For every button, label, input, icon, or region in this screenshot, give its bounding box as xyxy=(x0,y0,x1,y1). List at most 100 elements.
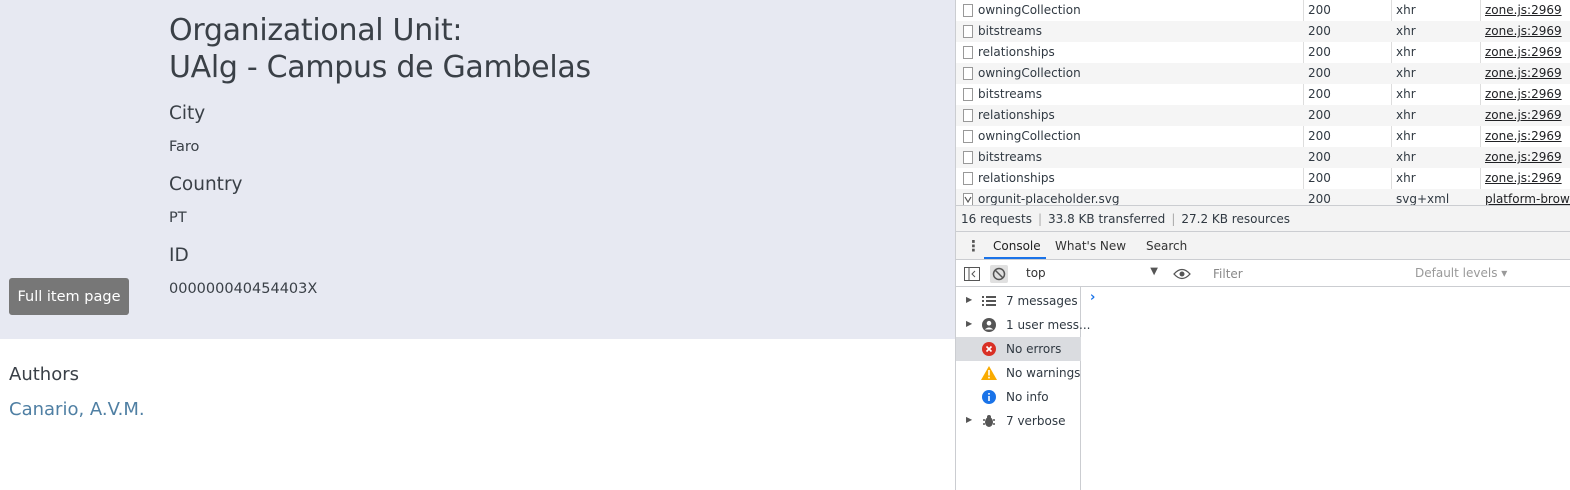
request-initiator[interactable]: platform-browse xyxy=(1485,192,1570,206)
checkbox-icon xyxy=(963,151,973,164)
checkbox-icon xyxy=(963,67,973,80)
request-name: owningCollection xyxy=(978,129,1081,143)
console-prompt-icon[interactable]: › xyxy=(1090,290,1095,305)
request-name: relationships xyxy=(978,45,1055,59)
request-status: 200 xyxy=(1308,192,1331,206)
request-status: 200 xyxy=(1308,24,1331,38)
request-type: xhr xyxy=(1396,24,1416,38)
network-row[interactable]: owningCollection 200 xhr zone.js:2969 xyxy=(956,63,1570,84)
author-link[interactable]: Canario, A.V.M. xyxy=(9,399,145,420)
request-name: bitstreams xyxy=(978,24,1042,38)
expand-arrow-icon[interactable]: ▶ xyxy=(966,415,972,424)
checkbox-icon xyxy=(963,25,973,38)
kebab-menu-icon[interactable]: ⋮ xyxy=(966,237,981,255)
request-name: orgunit-placeholder.svg xyxy=(978,192,1120,206)
warning-icon xyxy=(981,365,997,381)
page-title-line1: Organizational Unit: xyxy=(169,13,463,48)
request-initiator[interactable]: zone.js:2969 xyxy=(1485,3,1562,17)
network-row[interactable]: owningCollection 200 xhr zone.js:2969 xyxy=(956,126,1570,147)
request-type: xhr xyxy=(1396,150,1416,164)
authors-heading: Authors xyxy=(9,364,79,385)
resources-size: 27.2 KB resources xyxy=(1181,211,1290,226)
tab-whats-new[interactable]: What's New xyxy=(1055,239,1126,253)
network-row[interactable]: bitstreams 200 xhr zone.js:2969 xyxy=(956,21,1570,42)
request-initiator[interactable]: zone.js:2969 xyxy=(1485,45,1562,59)
chevron-down-icon: ▼ xyxy=(1150,266,1158,277)
request-type: xhr xyxy=(1396,108,1416,122)
request-name: bitstreams xyxy=(978,87,1042,101)
checkbox-icon xyxy=(963,130,973,143)
city-value: Faro xyxy=(169,139,200,155)
log-levels-dropdown[interactable]: Default levels ▾ xyxy=(1415,266,1507,280)
console-sidebar-item[interactable]: ▶ 7 messages xyxy=(956,289,1081,313)
request-initiator[interactable]: zone.js:2969 xyxy=(1485,150,1562,164)
console-sidebar: ▶ 7 messages ▶ 1 user mess... No errors No wa… xyxy=(956,287,1090,490)
request-status: 200 xyxy=(1308,87,1331,101)
tab-console[interactable]: Console xyxy=(993,239,1041,253)
error-icon xyxy=(981,341,997,357)
request-type: svg+xml xyxy=(1396,192,1450,206)
network-row[interactable]: relationships 200 xhr zone.js:2969 xyxy=(956,168,1570,189)
console-sidebar-item[interactable]: ▶ 1 user mess... xyxy=(956,313,1090,337)
console-sidebar-label: 7 messages xyxy=(1006,294,1078,308)
live-expression-eye-icon[interactable] xyxy=(1173,265,1191,283)
request-type: xhr xyxy=(1396,129,1416,143)
console-sidebar-label: No warnings xyxy=(1006,366,1081,380)
request-name: bitstreams xyxy=(978,150,1042,164)
request-name: owningCollection xyxy=(978,66,1081,80)
network-summary-bar: 16 requests | 33.8 KB transferred | 27.2… xyxy=(956,205,1570,232)
clear-console-icon[interactable] xyxy=(990,265,1008,283)
console-toolbar: top ▼ Default levels ▾ xyxy=(956,260,1570,287)
context-selector[interactable]: top ▼ xyxy=(1026,266,1158,280)
list-icon xyxy=(981,293,997,309)
request-status: 200 xyxy=(1308,171,1331,185)
summary-separator: | xyxy=(1037,211,1042,226)
id-value: 000000040454403X xyxy=(169,281,318,297)
network-row[interactable]: owningCollection 200 xhr zone.js:2969 xyxy=(956,0,1570,21)
console-sidebar-item[interactable]: No info xyxy=(956,385,1081,409)
network-row[interactable]: bitstreams 200 xhr zone.js:2969 xyxy=(956,147,1570,168)
console-sidebar-label: 1 user mess... xyxy=(1006,318,1091,332)
request-initiator[interactable]: zone.js:2969 xyxy=(1485,87,1562,101)
request-name: owningCollection xyxy=(978,3,1081,17)
network-row[interactable]: relationships 200 xhr zone.js:2969 xyxy=(956,42,1570,63)
request-status: 200 xyxy=(1308,45,1331,59)
request-name: relationships xyxy=(978,108,1055,122)
network-row[interactable]: bitstreams 200 xhr zone.js:2969 xyxy=(956,84,1570,105)
request-initiator[interactable]: zone.js:2969 xyxy=(1485,66,1562,80)
page-title: Organizational Unit: UAlg - Campus de Ga… xyxy=(169,12,591,86)
context-value: top xyxy=(1026,266,1046,280)
expand-arrow-icon[interactable]: ▶ xyxy=(966,295,972,304)
request-initiator[interactable]: zone.js:2969 xyxy=(1485,108,1562,122)
drawer-tab-bar: ⋮ Console What's New Search xyxy=(956,232,1570,260)
request-initiator[interactable]: zone.js:2969 xyxy=(1485,129,1562,143)
expand-arrow-icon[interactable]: ▶ xyxy=(966,319,972,328)
request-type: xhr xyxy=(1396,45,1416,59)
network-request-table: owningCollection 200 xhr zone.js:2969 bitstr… xyxy=(956,0,1570,210)
console-sidebar-label: No errors xyxy=(1006,342,1062,356)
item-header-panel: Organizational Unit: UAlg - Campus de Ga… xyxy=(0,0,955,339)
full-item-page-button[interactable]: Full item page xyxy=(9,278,129,315)
sidebar-toggle-icon[interactable] xyxy=(963,265,981,283)
network-row[interactable]: relationships 200 xhr zone.js:2969 xyxy=(956,105,1570,126)
checkbox-icon xyxy=(963,88,973,101)
console-filter-input[interactable] xyxy=(1208,264,1406,283)
tab-search[interactable]: Search xyxy=(1146,239,1187,253)
request-initiator[interactable]: zone.js:2969 xyxy=(1485,171,1562,185)
request-initiator[interactable]: zone.js:2969 xyxy=(1485,24,1562,38)
country-value: PT xyxy=(169,210,187,226)
console-sidebar-item[interactable]: No warnings xyxy=(956,361,1081,385)
request-status: 200 xyxy=(1308,150,1331,164)
request-status: 200 xyxy=(1308,3,1331,17)
item-page: Organizational Unit: UAlg - Campus de Ga… xyxy=(0,0,955,490)
country-label: Country xyxy=(169,174,243,195)
id-label: ID xyxy=(169,245,189,266)
console-sidebar-item[interactable]: No errors xyxy=(956,337,1081,361)
console-sidebar-item[interactable]: ▶ 7 verbose xyxy=(956,409,1081,433)
request-status: 200 xyxy=(1308,108,1331,122)
request-name: relationships xyxy=(978,171,1055,185)
checkbox-icon xyxy=(963,109,973,122)
console-sidebar-label: No info xyxy=(1006,390,1049,404)
checkbox-icon xyxy=(963,172,973,185)
request-status: 200 xyxy=(1308,129,1331,143)
